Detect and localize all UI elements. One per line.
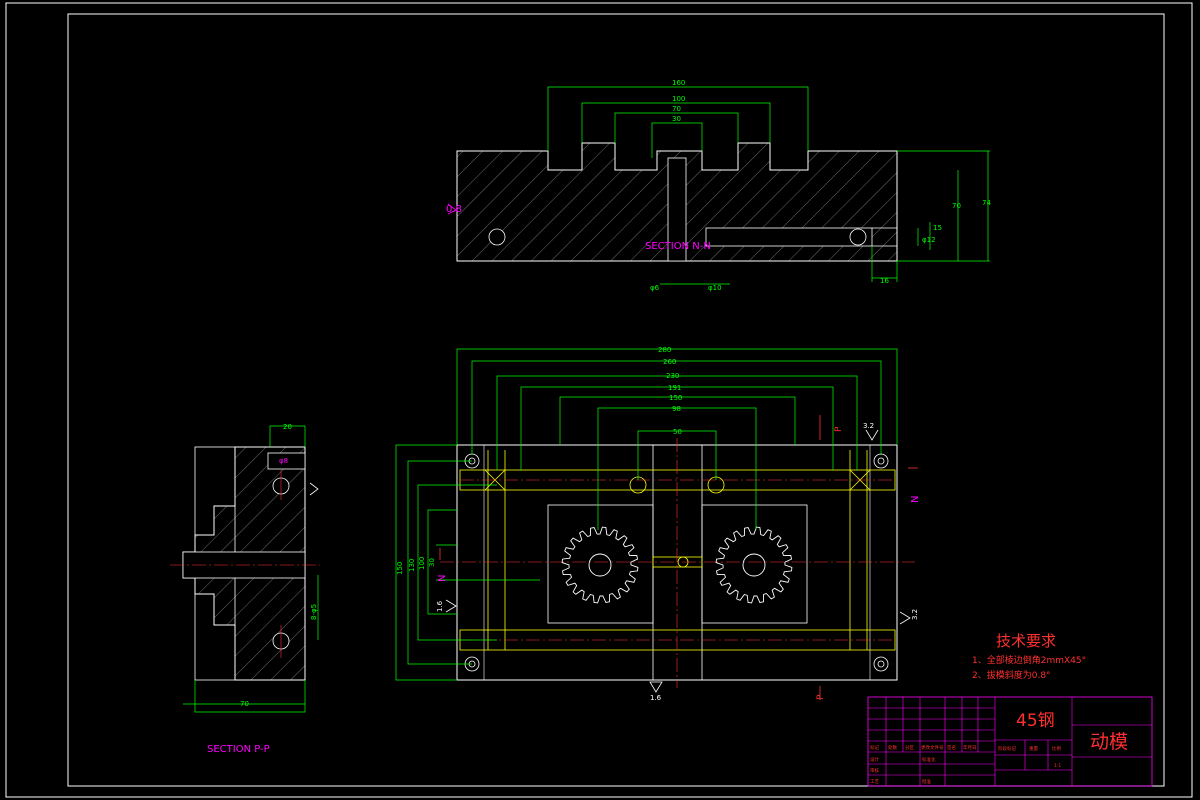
dim-260: 260 (663, 358, 676, 366)
dim-30v: 30 (428, 558, 436, 567)
dim-130v: 130 (408, 559, 416, 572)
technical-requirements: 技术要求 1、全部棱边倒角2mmX45° 2、拔模斜度为0.8° (972, 632, 1086, 681)
requirement-1: 1、全部棱边倒角2mmX45° (972, 654, 1086, 666)
dim-15: 15 (933, 224, 942, 232)
dim-191: 191 (668, 384, 681, 392)
ra-32-top: 3.2 (863, 422, 874, 430)
dim-phi6: φ6 (650, 284, 660, 292)
tb-role-2: 审核 (870, 767, 879, 774)
requirements-title: 技术要求 (996, 632, 1056, 650)
cut-p-top: P (834, 426, 844, 432)
tb-label-5: 年月日 (963, 744, 977, 751)
dim-230: 230 (666, 372, 679, 380)
cut-p-bottom: P (816, 694, 826, 700)
tb-role-0: 设计 (870, 756, 879, 763)
dim-phi12: φ12 (922, 236, 936, 244)
ra-16-bottom: 1.6 (650, 694, 662, 702)
section-nn-label: SECTION N-N (645, 241, 711, 252)
dim-160: 160 (672, 79, 685, 87)
tb-label-2: 分区 (905, 744, 914, 751)
tb-label-4: 签名 (947, 744, 956, 751)
tb-role-4: 批准 (922, 778, 931, 785)
section-nn-view: 160 100 70 30 φ6 φ10 φ12 15 16 70 74 SEC… (446, 79, 991, 292)
tb-label-0: 标记 (870, 744, 879, 751)
tb-role-1: 标准化 (922, 756, 936, 763)
front-view: 280 260 230 191 150 98 50 150 130 100 30… (395, 346, 921, 702)
tb-field-0: 阶段标记 (998, 745, 1016, 752)
dim-16: 16 (880, 277, 889, 285)
requirement-2: 2、拔模斜度为0.8° (972, 669, 1051, 681)
title-block: 标记 处数 分区 更改文件号 签名 年月日 设计 标准化 审核 工艺 批准 阶段… (867, 696, 1153, 787)
dim-30: 30 (672, 115, 681, 123)
dim-98: 98 (672, 405, 681, 413)
dim-100: 100 (672, 95, 685, 103)
dim-phi10: φ10 (708, 284, 722, 292)
dim-280: 280 (658, 346, 671, 354)
tb-field-1: 重量 (1029, 745, 1038, 752)
cad-drawing: 160 100 70 30 φ6 φ10 φ12 15 16 70 74 SEC… (5, 2, 1193, 798)
tb-role-3: 工艺 (870, 779, 879, 785)
tb-part-name: 动模 (1090, 731, 1128, 753)
gear-right (715, 526, 793, 604)
dim-74: 74 (982, 199, 991, 207)
side-dim-70: 70 (240, 700, 249, 708)
tb-field-2: 比例 (1052, 745, 1061, 752)
tb-material: 45钢 (1016, 711, 1055, 731)
ra-16-left: 1.6 (436, 600, 444, 612)
side-dim-20: 20 (283, 423, 292, 431)
dim-70: 70 (672, 105, 681, 113)
gear-left (561, 526, 639, 604)
ra-32-right: 3.2 (911, 609, 919, 620)
side-dim-holes: 8-φ5 (310, 604, 318, 620)
section-pp-label: SECTION P-P (207, 744, 270, 755)
cut-n-left: N (437, 575, 448, 582)
surface-mark-top: 0.8 (446, 204, 462, 215)
dim-50: 50 (673, 428, 682, 436)
dim-100v: 100 (418, 557, 426, 570)
section-pp-view: 20 70 8-φ5 φ8 SECTION P-P (170, 423, 320, 755)
tb-label-3: 更改文件号 (921, 744, 944, 751)
side-dim-phi: φ8 (279, 457, 288, 465)
dim-150: 150 (669, 394, 682, 402)
tb-label-1: 处数 (888, 744, 897, 751)
cut-n-right: N (910, 496, 921, 503)
tb-scale: 1:1 (1054, 763, 1061, 769)
dim-150v: 150 (396, 562, 404, 575)
dim-70v: 70 (952, 202, 961, 210)
